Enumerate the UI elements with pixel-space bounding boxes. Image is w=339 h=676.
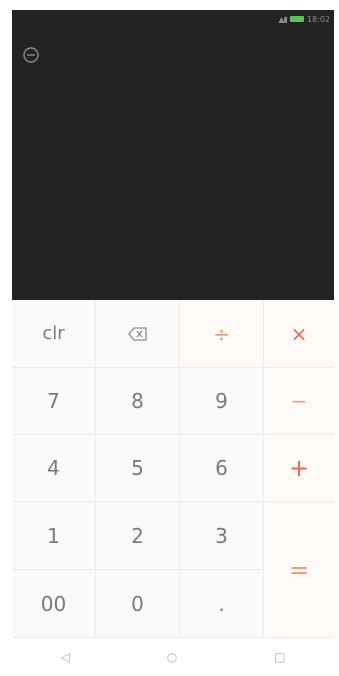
- calculator-app: ▲▮ 18:02 clr ÷ × 7 8 9 − 4 5 6 + 1 2 3 =…: [12, 10, 334, 676]
- digit-7-button[interactable]: 7: [12, 368, 96, 435]
- digit-1-button[interactable]: 1: [12, 502, 96, 570]
- signal-icon: ▲▮: [278, 14, 288, 24]
- digit-6-button[interactable]: 6: [180, 435, 264, 502]
- clear-button[interactable]: clr: [12, 300, 96, 368]
- digit-4-button[interactable]: 4: [12, 435, 96, 502]
- equals-button[interactable]: =: [264, 502, 334, 638]
- double-zero-button[interactable]: 00: [12, 570, 96, 638]
- multiply-button[interactable]: ×: [264, 300, 334, 368]
- digit-2-button[interactable]: 2: [96, 502, 180, 570]
- status-time: 18:02: [306, 14, 330, 24]
- divide-button[interactable]: ÷: [180, 300, 264, 368]
- digit-8-button[interactable]: 8: [96, 368, 180, 435]
- status-bar: ▲▮ 18:02: [278, 12, 330, 26]
- keypad: clr ÷ × 7 8 9 − 4 5 6 + 1 2 3 = 00 0 .: [12, 300, 334, 638]
- backspace-button[interactable]: [96, 300, 180, 368]
- system-nav-bar: ◁ ○ □: [12, 638, 334, 676]
- digit-0-button[interactable]: 0: [96, 570, 180, 638]
- plus-button[interactable]: +: [264, 435, 334, 502]
- history-clock-icon[interactable]: [22, 46, 40, 64]
- digit-9-button[interactable]: 9: [180, 368, 264, 435]
- digit-5-button[interactable]: 5: [96, 435, 180, 502]
- decimal-point-button[interactable]: .: [180, 570, 264, 638]
- digit-3-button[interactable]: 3: [180, 502, 264, 570]
- calculator-display: ▲▮ 18:02: [12, 10, 334, 300]
- home-icon[interactable]: ○: [167, 650, 177, 664]
- backspace-icon: [127, 326, 147, 341]
- minus-button[interactable]: −: [264, 368, 334, 435]
- back-icon[interactable]: ◁: [60, 650, 69, 664]
- recents-icon[interactable]: □: [274, 650, 285, 664]
- battery-icon: [289, 16, 304, 22]
